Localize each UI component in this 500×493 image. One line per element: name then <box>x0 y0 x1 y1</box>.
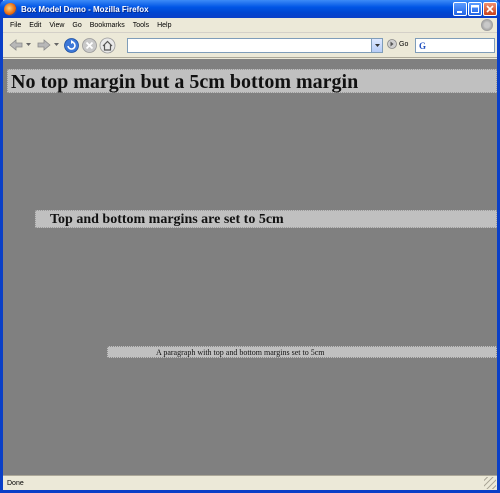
menu-view[interactable]: View <box>45 22 68 29</box>
resize-grip[interactable] <box>484 477 496 489</box>
firefox-logo-icon <box>4 2 17 16</box>
close-icon <box>486 5 494 13</box>
status-text: Done <box>7 479 24 487</box>
minimize-icon <box>457 11 462 13</box>
search-bar[interactable]: G <box>415 38 495 53</box>
minimize-button[interactable] <box>453 2 467 16</box>
menu-bar: File Edit View Go Bookmarks Tools Help <box>3 18 497 33</box>
go-arrow-icon <box>387 39 397 49</box>
address-bar[interactable] <box>127 38 383 53</box>
back-button[interactable] <box>7 37 24 54</box>
throbber-icon <box>481 19 493 31</box>
home-icon <box>99 37 116 53</box>
menu-go[interactable]: Go <box>68 22 85 29</box>
title-bar[interactable]: Box Model Demo - Mozilla Firefox <box>0 0 500 18</box>
reload-icon <box>64 37 79 53</box>
menu-tools[interactable]: Tools <box>129 22 153 29</box>
close-button[interactable] <box>483 2 497 16</box>
stop-button[interactable] <box>81 37 98 54</box>
maximize-button[interactable] <box>468 2 482 16</box>
page-content: No top margin but a 5cm bottom margin To… <box>3 59 497 475</box>
paragraph: A paragraph with top and bottom margins … <box>107 346 497 358</box>
menu-file[interactable]: File <box>6 22 25 29</box>
window-title: Box Model Demo - Mozilla Firefox <box>21 4 149 14</box>
reload-button[interactable] <box>63 37 80 54</box>
chevron-down-icon <box>25 43 31 46</box>
heading-2: Top and bottom margins are set to 5cm <box>35 210 497 228</box>
back-arrow-icon <box>8 39 22 51</box>
google-search-icon[interactable]: G <box>416 41 426 51</box>
status-bar: Done <box>3 475 497 490</box>
url-history-dropdown[interactable] <box>371 39 382 52</box>
back-dropdown-button[interactable] <box>25 37 31 54</box>
go-label: Go <box>399 40 409 48</box>
go-button[interactable]: Go <box>387 39 408 49</box>
stop-icon <box>82 37 97 53</box>
forward-arrow-icon <box>37 39 51 51</box>
chevron-down-icon <box>53 43 59 46</box>
forward-dropdown-button[interactable] <box>53 37 59 54</box>
menu-help[interactable]: Help <box>153 22 175 29</box>
url-input[interactable] <box>128 39 360 52</box>
maximize-icon <box>471 5 479 13</box>
navigation-toolbar: Go G <box>3 33 497 58</box>
menu-bookmarks[interactable]: Bookmarks <box>86 22 129 29</box>
forward-button[interactable] <box>35 37 52 54</box>
home-button[interactable] <box>99 37 116 54</box>
chevron-down-icon <box>374 43 380 47</box>
window-controls <box>453 2 497 16</box>
heading-1: No top margin but a 5cm bottom margin <box>7 69 497 93</box>
menu-edit[interactable]: Edit <box>25 22 45 29</box>
browser-window: Box Model Demo - Mozilla Firefox File Ed… <box>0 0 500 493</box>
